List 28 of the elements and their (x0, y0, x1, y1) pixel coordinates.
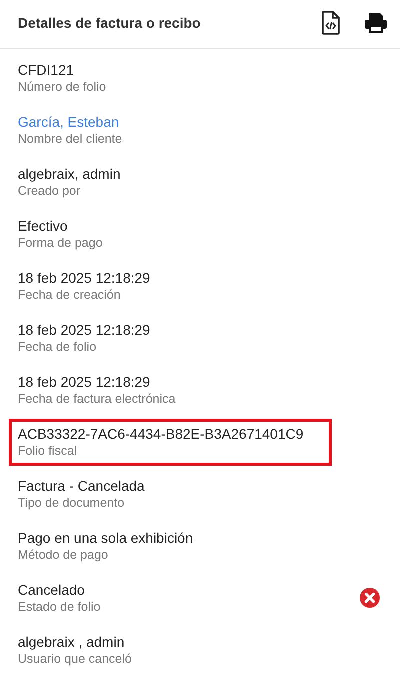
field-label: Método de pago (18, 546, 110, 564)
field-label: Creado por (18, 182, 82, 200)
field-value: algebraix , admin (18, 632, 126, 650)
field-value: Efectivo (18, 216, 69, 234)
field-value: Pago en una sola exhibición (18, 528, 194, 546)
field-value: 18 feb 2025 12:18:29 (18, 372, 152, 390)
field-label: Folio fiscal (18, 442, 78, 460)
field-label: Número de folio (18, 78, 108, 96)
field-value: ACB33322-7AC6-4434-B82E-B3A2671401C9 (18, 424, 305, 442)
field-label: Fecha de folio (18, 338, 98, 356)
field-label: Tipo de documento (18, 494, 126, 512)
field-label: Fecha de factura electrónica (18, 390, 177, 408)
field-value: CFDI121 (18, 60, 76, 78)
code-file-icon[interactable] (322, 11, 340, 35)
panel-title: Detalles de factura o recibo (18, 15, 202, 31)
field-value: Factura - Cancelada (18, 476, 146, 494)
field-value: 18 feb 2025 12:18:29 (18, 268, 152, 286)
client-link[interactable]: García, Esteban (18, 112, 371, 130)
field-label: Fecha de creación (18, 286, 122, 304)
field-label: Nombre del cliente (18, 130, 124, 148)
field-label: Forma de pago (18, 234, 104, 252)
field-label: Usuario que canceló (18, 650, 133, 668)
cancel-icon (360, 588, 380, 608)
field-value: Cancelado (18, 580, 86, 598)
field-value: algebraix, admin (18, 164, 122, 182)
field-label: Estado de folio (18, 598, 102, 616)
field-value: 18 feb 2025 12:18:29 (18, 320, 152, 338)
print-icon[interactable] (364, 12, 388, 34)
